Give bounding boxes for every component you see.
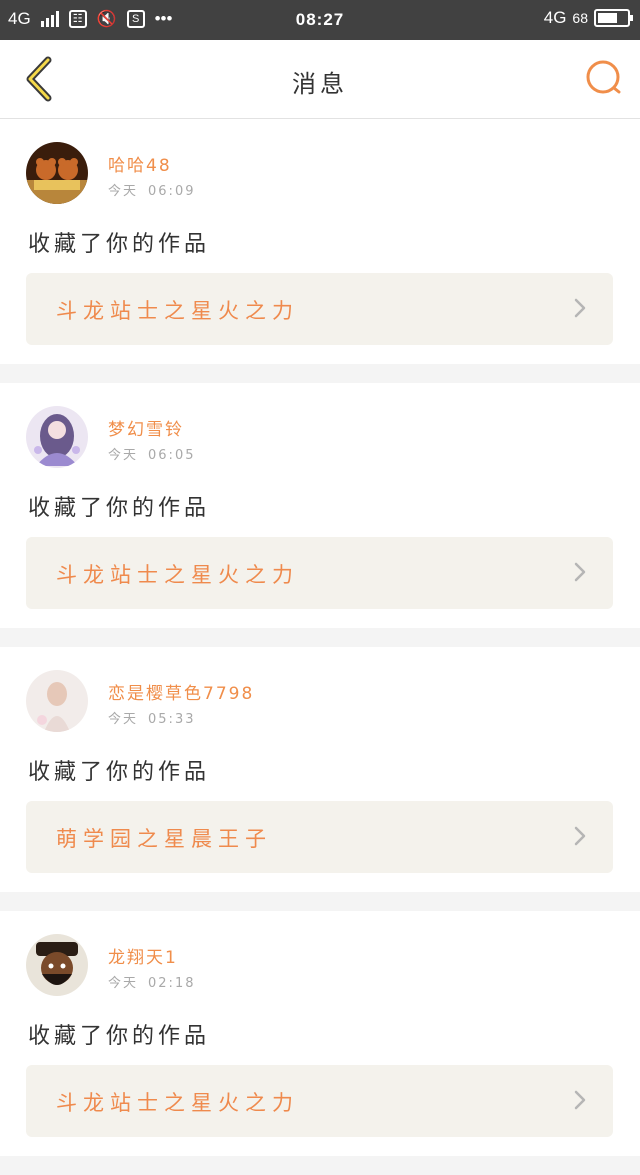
avatar[interactable] <box>26 406 88 468</box>
day-label: 今天 <box>108 448 139 463</box>
avatar[interactable] <box>26 670 88 732</box>
day-label: 今天 <box>108 976 139 991</box>
day-label: 今天 <box>108 712 139 727</box>
username[interactable]: 恋是樱草色7798 <box>108 679 254 704</box>
timestamp: 今天 06:05 <box>108 444 195 463</box>
timestamp: 今天 05:33 <box>108 708 195 727</box>
work-title: 斗龙站士之星火之力 <box>56 563 299 587</box>
timestamp: 今天 06:09 <box>108 180 195 199</box>
chevron-right-icon <box>574 1090 586 1110</box>
username[interactable]: 龙翔天1 <box>108 943 178 968</box>
anime-girl-avatar-icon <box>26 406 88 468</box>
message-card: 哈哈48 今天 06:09 收藏了你的作品 斗龙站士之星火之力 <box>0 119 640 364</box>
battery-percent: 68 <box>572 10 588 26</box>
chevron-right-icon <box>574 826 586 846</box>
time-label: 06:05 <box>148 448 196 463</box>
chevron-right-icon <box>574 298 586 318</box>
message-card: 龙翔天1 今天 02:18 收藏了你的作品 斗龙站士之星火之力 <box>0 911 640 1156</box>
action-text: 收藏了你的作品 <box>28 496 211 521</box>
message-card: 恋是樱草色7798 今天 05:33 收藏了你的作品 萌学园之星晨王子 <box>0 647 640 892</box>
girl-photo-avatar-icon <box>26 670 88 732</box>
message-list: 哈哈48 今天 06:09 收藏了你的作品 斗龙站士之星火之力 梦幻雪铃 今天 06… <box>0 119 640 1175</box>
chevron-right-icon <box>574 562 586 582</box>
status-bar-right: 4G 68 <box>543 8 633 28</box>
page-title: 消息 <box>292 70 348 98</box>
warrior-avatar-icon <box>26 934 88 996</box>
work-title: 萌学园之星晨王子 <box>56 827 272 851</box>
username[interactable]: 梦幻雪铃 <box>108 415 184 440</box>
time-label: 06:09 <box>148 184 196 199</box>
status-bar: 4G ☷ 🔇 S ••• 08:27 4G 68 <box>0 0 640 40</box>
battery-fill <box>598 13 617 23</box>
avatar[interactable] <box>26 142 88 204</box>
work-link[interactable]: 斗龙站士之星火之力 <box>26 537 613 609</box>
search-button[interactable] <box>582 56 626 100</box>
timestamp: 今天 02:18 <box>108 972 195 991</box>
action-text: 收藏了你的作品 <box>28 760 211 785</box>
work-title: 斗龙站士之星火之力 <box>56 1091 299 1115</box>
work-link[interactable]: 斗龙站士之星火之力 <box>26 1065 613 1137</box>
work-link[interactable]: 斗龙站士之星火之力 <box>26 273 613 345</box>
day-label: 今天 <box>108 184 139 199</box>
network-type-right: 4G <box>543 8 567 27</box>
bears-avatar-icon <box>26 142 88 204</box>
username[interactable]: 哈哈48 <box>108 151 172 176</box>
battery-icon <box>594 9 633 27</box>
avatar[interactable] <box>26 934 88 996</box>
time-label: 05:33 <box>148 712 196 727</box>
action-text: 收藏了你的作品 <box>28 232 211 257</box>
message-card: 梦幻雪铃 今天 06:05 收藏了你的作品 斗龙站士之星火之力 <box>0 383 640 628</box>
work-link[interactable]: 萌学园之星晨王子 <box>26 801 613 873</box>
time-label: 02:18 <box>148 976 196 991</box>
action-text: 收藏了你的作品 <box>28 1024 211 1049</box>
header-bar: 消息 <box>0 40 640 119</box>
work-title: 斗龙站士之星火之力 <box>56 299 299 323</box>
search-icon <box>586 60 621 94</box>
